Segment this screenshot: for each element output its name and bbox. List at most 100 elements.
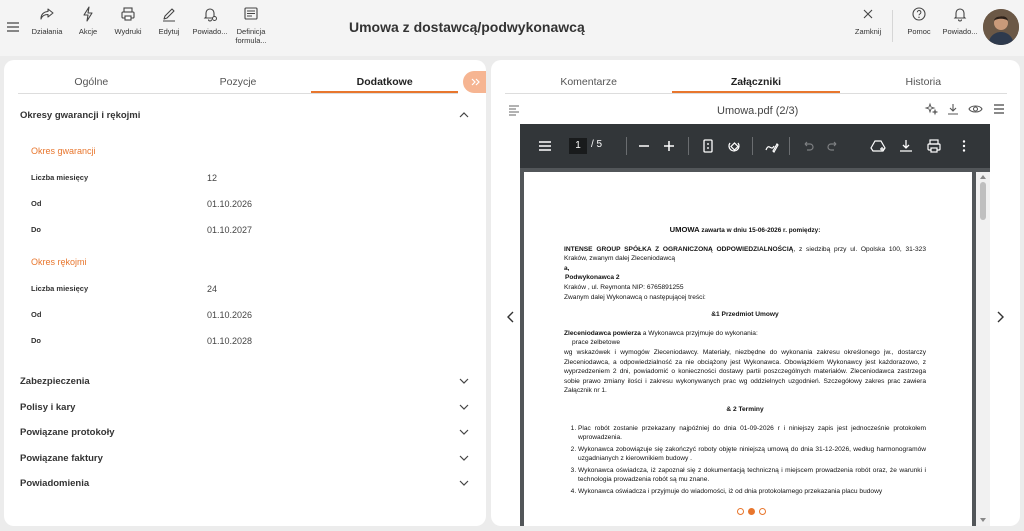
party2-name: Podwykonawca 2 (565, 274, 620, 282)
attachment-carousel-dots (737, 508, 766, 515)
tab-historia[interactable]: Historia (840, 70, 1007, 93)
help-icon (912, 7, 926, 21)
section-title: Zabezpieczenia (20, 375, 90, 387)
page-number-input[interactable]: 1 (569, 138, 587, 154)
avatar-image (983, 9, 1019, 45)
page-total: / 5 (591, 139, 603, 150)
actions-button-dzialania[interactable]: Działania (30, 6, 64, 36)
section-title: Okresy gwarancji i rękojmi (20, 109, 141, 121)
details-tabs: Ogólne Pozycje Dodatkowe (18, 70, 459, 94)
collapse-panel-button[interactable] (463, 71, 486, 93)
toolbar-divider (892, 10, 893, 42)
print-button[interactable]: Wydruki (112, 6, 144, 36)
action-label: Powiado... (192, 27, 228, 36)
edit-icon (163, 8, 175, 22)
toolbar-divider (752, 137, 753, 155)
tab-komentarze[interactable]: Komentarze (505, 70, 672, 93)
annotate-pen-icon[interactable] (764, 138, 780, 154)
form-definition-button[interactable]: Definicja formula... (232, 6, 270, 45)
tab-ogolne[interactable]: Ogólne (18, 70, 165, 93)
rotate-icon[interactable] (726, 138, 742, 154)
document-title: Umowa.pdf (2/3) (717, 105, 799, 117)
field-label: Liczba miesięcy (31, 284, 89, 293)
chevron-up-icon (459, 112, 469, 118)
carousel-dot-active[interactable] (748, 508, 755, 515)
details-panel: Ogólne Pozycje Dodatkowe Okresy gwarancj… (4, 60, 486, 526)
chevron-down-icon (459, 455, 469, 461)
attachments-panel: Komentarze Załączniki Historia Umowa.pdf… (491, 60, 1020, 526)
tab-pozycje[interactable]: Pozycje (165, 70, 312, 93)
doc-title-bold: UMOWA (669, 225, 700, 234)
section-warranty-periods[interactable]: Okresy gwarancji i rękojmi (20, 106, 470, 124)
avatar[interactable] (983, 9, 1019, 45)
sec1-body: wg wskazówek i wymogów Zleceniodawcy. Ma… (564, 348, 926, 395)
scroll-thumb[interactable] (980, 182, 986, 220)
field-label: Od (31, 199, 42, 208)
chevron-down-icon (459, 404, 469, 410)
close-icon (863, 9, 873, 19)
action-label: Wydruki (114, 27, 142, 36)
attachments-tabs: Komentarze Załączniki Historia (505, 70, 1007, 94)
eye-icon[interactable] (968, 102, 983, 116)
toolbar-divider (688, 137, 689, 155)
section-1-heading: &1 Przedmiot Umowy (711, 311, 779, 319)
party-connector: a, (564, 264, 570, 272)
undo-icon[interactable] (800, 138, 816, 154)
form-definition-icon (244, 7, 258, 20)
download-icon[interactable] (898, 138, 914, 154)
section-title: Polisy i kary (20, 401, 76, 413)
fit-page-icon[interactable] (700, 138, 716, 154)
help-button[interactable]: Pomoc (904, 6, 934, 36)
tab-dodatkowe[interactable]: Dodatkowe (311, 70, 459, 93)
party2-address: Kraków , ul. Reymonta NIP: 6765891255 (564, 283, 684, 291)
pdf-scrollbar[interactable] (976, 172, 990, 526)
section-related-protocols[interactable]: Powiązane protokoły (20, 423, 470, 441)
menu-icon[interactable] (6, 20, 20, 34)
action-label: Pomoc (907, 27, 931, 36)
carousel-dot[interactable] (737, 508, 744, 515)
guarantee-from-value: 01.10.2026 (207, 199, 253, 209)
notifications-button[interactable]: Powiado... (941, 6, 979, 36)
section-title: Powiadomienia (20, 477, 90, 489)
party2-called: Zwanym dalej Wykonawcą o następującej tr… (564, 293, 706, 301)
list-item: Wykonawca oświadcza, iż zapoznał się z d… (578, 466, 926, 485)
page-title: Umowa z dostawcą/podwykonawcą (349, 19, 585, 35)
more-options-icon[interactable] (956, 138, 972, 154)
terms-list: Plac robót zostanie przekazany najpóźnie… (564, 424, 926, 497)
carousel-dot[interactable] (759, 508, 766, 515)
menu-icon[interactable] (992, 102, 1006, 116)
download-icon[interactable] (946, 102, 960, 116)
scroll-down-icon[interactable] (979, 517, 987, 523)
redo-icon[interactable] (825, 138, 841, 154)
pdf-viewer[interactable]: 1 / 5 UMOWA zawarta w dniu 15-06-2026 r.… (520, 124, 990, 526)
section-notifications[interactable]: Powiadomienia (20, 474, 470, 492)
zoom-in-icon[interactable] (661, 138, 677, 154)
section-related-invoices[interactable]: Powiązane faktury (20, 449, 470, 467)
ai-sparkle-icon[interactable] (924, 102, 938, 116)
share-icon (40, 8, 54, 20)
edit-button[interactable]: Edytuj (157, 6, 181, 36)
list-item: Wykonawca oświadcza i przyjmuje do wiado… (578, 487, 926, 497)
chevron-left-icon[interactable] (505, 310, 517, 324)
section-zabezpieczenia[interactable]: Zabezpieczenia (20, 372, 470, 390)
section-polisy-i-kary[interactable]: Polisy i kary (20, 398, 470, 416)
double-chevron-right-icon (471, 78, 480, 86)
scroll-up-icon[interactable] (979, 174, 987, 180)
field-label: Do (31, 336, 41, 345)
chevron-down-icon (459, 429, 469, 435)
pdf-toolbar: 1 / 5 (520, 124, 990, 168)
menu-icon[interactable] (537, 138, 553, 154)
sec1-item: prace żelbetowe (572, 339, 621, 347)
text-align-icon[interactable] (507, 103, 521, 117)
chevron-right-icon[interactable] (994, 310, 1006, 324)
add-to-drive-icon[interactable] (870, 138, 886, 154)
notifications-settings-button[interactable]: Powiado... (191, 6, 229, 36)
printer-icon[interactable] (926, 138, 942, 154)
bell-icon (953, 8, 967, 22)
zoom-out-icon[interactable] (636, 138, 652, 154)
actions-button-akcje[interactable]: Akcje (76, 6, 100, 36)
tab-zalaczniki[interactable]: Załączniki (672, 70, 840, 93)
close-button[interactable]: Zamknij (853, 6, 883, 36)
lightning-icon (83, 6, 93, 22)
warranty-period-heading: Okres rękojmi (31, 257, 87, 267)
